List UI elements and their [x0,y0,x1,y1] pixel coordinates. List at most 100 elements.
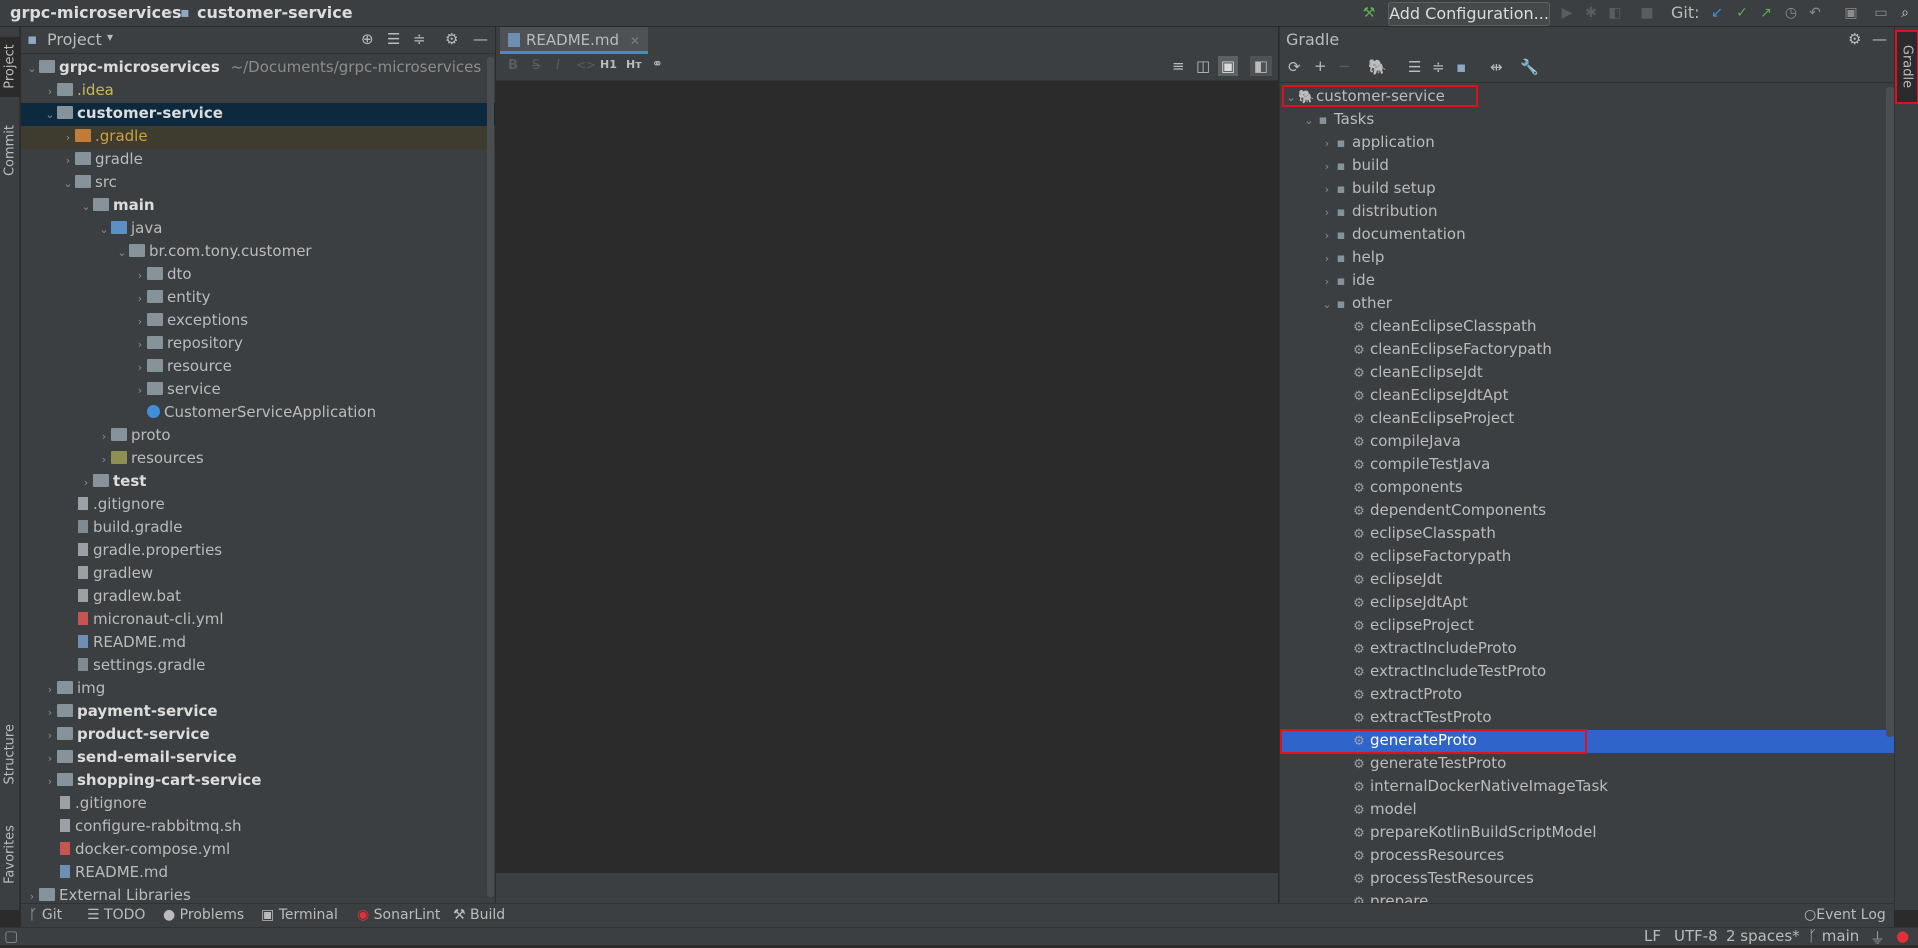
chevron-right-icon[interactable]: › [133,356,147,379]
chevron-right-icon[interactable]: › [43,80,57,103]
layout-icon[interactable]: ▢ [4,927,18,945]
gradle-tree-item[interactable]: ⚙ cleanEclipseClasspath [1352,315,1536,338]
tree-item[interactable]: › service [133,378,221,401]
tree-item[interactable]: gradle.properties [61,539,222,562]
tree-item[interactable]: README.md [43,861,168,884]
gradle-tree-item[interactable]: ⚙ extractTestProto [1352,706,1491,729]
chevron-right-icon[interactable]: › [43,678,57,701]
chevron-down-icon[interactable]: ⌄ [1302,109,1316,132]
collapse-all-icon[interactable]: ≑ [1432,58,1445,76]
chevron-right-icon[interactable]: › [43,770,57,793]
tree-item[interactable]: README.md [61,631,186,654]
gear-icon[interactable]: ⚙ [1848,30,1861,48]
tree-item[interactable]: build.gradle [61,516,182,539]
gradle-tree-item[interactable]: ⚙ model [1352,798,1417,821]
execute-task-icon[interactable]: 🐘 [1368,58,1387,76]
run-icon[interactable]: ▶ [1558,4,1576,22]
gradle-tree-item[interactable]: › ▪ build [1320,154,1389,177]
tab-commit[interactable]: Commit [0,117,20,187]
gradle-tree-item[interactable]: ⚙ extractIncludeProto [1352,637,1517,660]
minimize-icon[interactable]: — [1872,30,1887,48]
chevron-right-icon[interactable]: › [43,701,57,724]
tree-item[interactable]: › shopping-cart-service [43,769,262,793]
add-configuration-button[interactable]: Add Configuration... [1388,2,1550,26]
chevron-down-icon[interactable]: ⌄ [61,172,75,195]
gradle-tree-item[interactable]: ⚙ cleanEclipseJdtApt [1352,384,1508,407]
gradle-tree-item[interactable]: ⚙ eclipseJdtApt [1352,591,1468,614]
header-menu-button[interactable]: Hт [626,58,642,71]
search-icon[interactable]: ⌕ [1896,4,1914,22]
bold-button[interactable]: B [508,58,518,73]
chevron-down-icon[interactable]: ⌄ [43,103,57,126]
gradle-tree-item[interactable]: ⚙ compileJava [1352,430,1461,453]
gradle-tree-item[interactable]: ⌄ ▪ other [1320,292,1392,315]
tree-item[interactable]: › payment-service [43,700,218,723]
chevron-right-icon[interactable]: › [133,264,147,287]
git-commit-icon[interactable]: ✓ [1733,4,1751,22]
chevron-right-icon[interactable]: › [1320,247,1334,270]
tree-item[interactable]: › resource [133,355,232,378]
link-icon[interactable]: ⚭ [652,57,663,72]
gradle-tree-item[interactable]: ⚙ generateTestProto [1352,752,1506,775]
strikethrough-button[interactable]: S [532,58,540,73]
gradle-tree-item[interactable]: ⚙ extractProto [1352,683,1462,706]
git-branch[interactable]: ᚴ main [1808,927,1859,945]
chevron-right-icon[interactable]: › [43,724,57,747]
tool-sonarlint[interactable]: ◉ SonarLint [357,907,440,923]
chevron-down-icon[interactable]: ⌄ [1320,293,1334,316]
chevron-right-icon[interactable]: › [133,379,147,402]
tree-item[interactable]: › resources [97,447,204,470]
tree-item[interactable]: docker-compose.yml [43,838,230,861]
chevron-right-icon[interactable]: › [133,287,147,310]
breadcrumb-project[interactable]: grpc-microservices [10,3,181,22]
locate-icon[interactable]: ⊕ [361,30,374,48]
tree-item[interactable]: › gradle [61,148,143,171]
debug-icon[interactable]: ✱ [1582,4,1600,22]
chevron-right-icon[interactable]: › [97,425,111,448]
editor-only-icon[interactable]: ≡ [1172,57,1185,75]
gradle-tree-item[interactable]: › ▪ application [1320,131,1435,154]
tool-event-log[interactable]: ○Event Log [1804,907,1886,923]
chevron-right-icon[interactable]: › [61,126,75,149]
tree-item[interactable]: ⌄ br.com.tony.customer [115,240,311,264]
gradle-tree-item[interactable]: ⚙ processResources [1352,844,1504,867]
indent-setting[interactable]: 2 spaces* [1726,927,1800,945]
gradle-tree-item[interactable]: › ▪ ide [1320,269,1375,292]
tree-item[interactable]: .gitignore [61,493,165,516]
tree-item[interactable]: ⌄ java [97,217,162,240]
tree-item[interactable]: ⌄ customer-service [43,102,223,125]
italic-button[interactable]: I [556,58,560,73]
project-structure-icon[interactable]: ▣ [1842,4,1860,22]
tool-problems[interactable]: ● Problems [163,907,244,923]
git-rollback-icon[interactable]: ↶ [1806,4,1824,22]
chevron-right-icon[interactable]: › [133,333,147,356]
tool-terminal[interactable]: ▣ Terminal [261,907,338,923]
gradle-tree-item[interactable]: ⚙ cleanEclipseProject [1352,407,1514,430]
project-view-selector[interactable]: Project [47,30,102,49]
chevron-right-icon[interactable]: › [1320,155,1334,178]
gradle-tree-item[interactable]: ⚙ eclipseProject [1352,614,1474,637]
error-notification-icon[interactable]: ● [1896,927,1909,945]
tree-item[interactable]: › exceptions [133,309,248,332]
tree-item[interactable]: .gitignore [43,792,147,815]
tree-item[interactable]: › test [79,470,147,493]
chevron-right-icon[interactable]: › [25,885,39,903]
wrench-icon[interactable]: 🔧 [1520,58,1539,76]
chevron-right-icon[interactable]: › [1320,201,1334,224]
chevron-down-icon[interactable]: ⌄ [97,218,111,241]
chevron-down-icon[interactable]: ⌄ [115,241,129,264]
stop-icon[interactable]: ■ [1638,4,1656,22]
gradle-tree-item[interactable]: ⚙ prepareKotlinBuildScriptModel [1352,821,1596,844]
reload-icon[interactable]: ⟳ [1288,58,1301,76]
gradle-tree-item[interactable]: ⚙ components [1352,476,1463,499]
tree-item[interactable]: configure-rabbitmq.sh [43,815,242,838]
tree-item[interactable]: gradlew.bat [61,585,181,608]
tree-item[interactable]: settings.gradle [61,654,205,677]
tree-item[interactable]: gradlew [61,562,153,585]
tree-item[interactable]: › External Libraries [25,884,191,903]
chevron-down-icon[interactable]: ▾ [107,30,113,44]
tree-item[interactable]: › dto [133,263,192,286]
chevron-right-icon[interactable]: › [61,149,75,172]
chevron-right-icon[interactable]: › [43,747,57,770]
gradle-tree-item[interactable]: ⚙ internalDockerNativeImageTask [1352,775,1608,798]
